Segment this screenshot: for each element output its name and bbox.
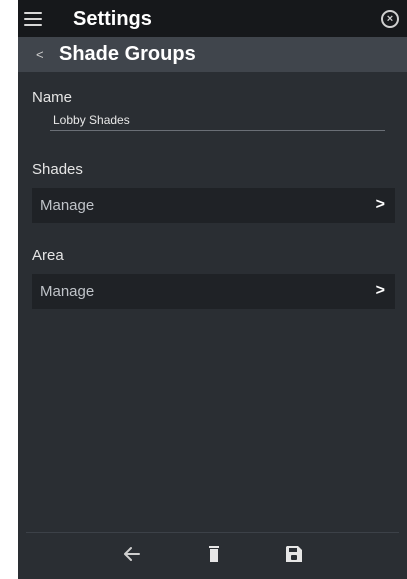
name-label: Name	[32, 89, 73, 106]
area-label: Area	[32, 247, 64, 264]
footer-divider	[26, 532, 399, 533]
chevron-right-icon: >	[375, 196, 385, 213]
back-arrow-icon[interactable]	[120, 542, 144, 566]
sub-header: < Shade Groups	[18, 37, 407, 72]
manage-area-label: Manage	[40, 283, 95, 300]
chevron-left-icon[interactable]: <	[36, 47, 44, 62]
name-input[interactable]	[50, 112, 385, 131]
manage-area-row[interactable]: Manage >	[32, 274, 395, 309]
page-title: Shade Groups	[59, 43, 196, 65]
top-bar: Settings ×	[18, 0, 407, 37]
close-icon[interactable]: ×	[381, 10, 399, 28]
manage-shades-row[interactable]: Manage >	[32, 188, 395, 223]
trash-icon[interactable]	[202, 542, 226, 566]
chevron-right-icon: >	[375, 282, 385, 299]
app-title: Settings	[73, 8, 152, 30]
settings-panel: Settings × < Shade Groups Name Shades Ma…	[18, 0, 407, 579]
shades-label: Shades	[32, 161, 83, 178]
save-floppy-icon[interactable]	[282, 542, 306, 566]
manage-shades-label: Manage	[40, 197, 95, 214]
hamburger-menu-icon[interactable]	[24, 12, 42, 26]
